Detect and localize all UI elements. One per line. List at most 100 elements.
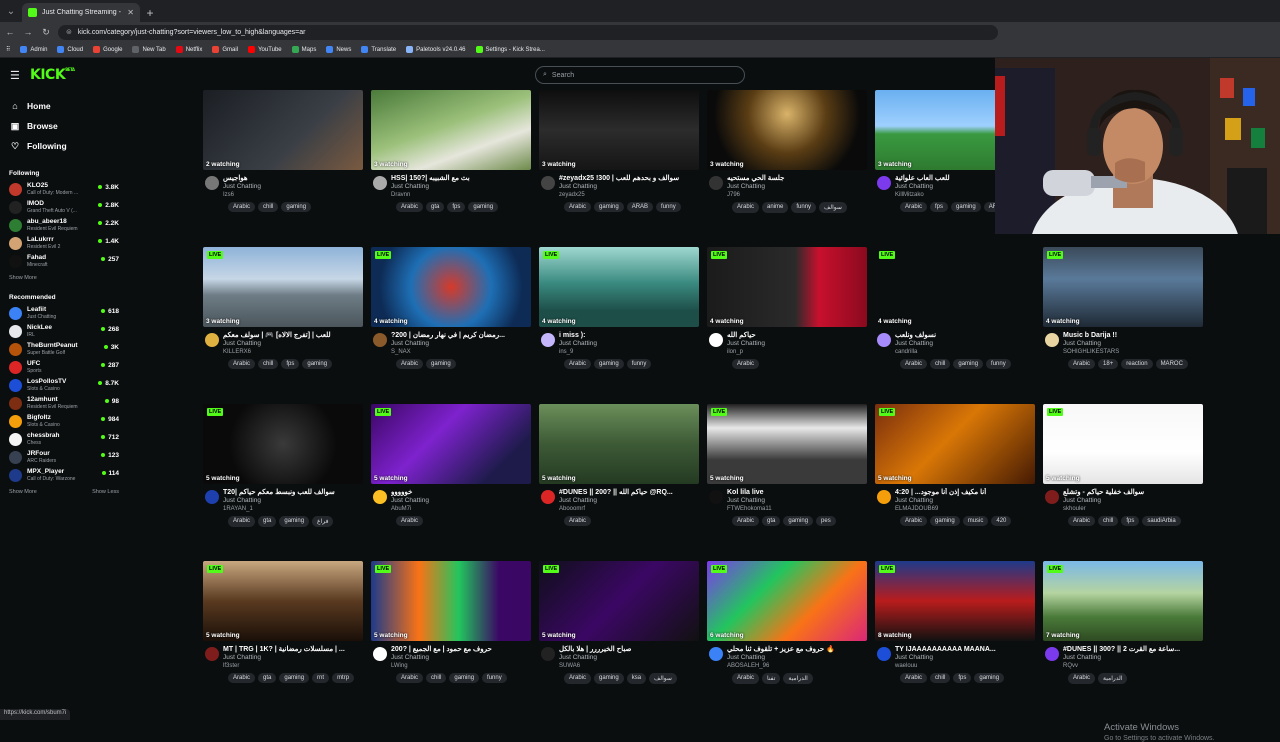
stream-thumbnail[interactable]: LIVE 5 watching bbox=[707, 404, 867, 484]
stream-thumbnail[interactable]: 3 watching bbox=[539, 90, 699, 170]
stream-card[interactable]: LIVE 5 watching 4:20 | ...أنا مكيف إذن أنا… bbox=[875, 404, 1035, 526]
avatar[interactable] bbox=[709, 490, 723, 504]
bookmark-item[interactable]: Maps bbox=[291, 46, 316, 53]
recommended-channel[interactable]: MPX_Player Call of Duty: Warzone 114 bbox=[0, 466, 125, 484]
forward-arrow-icon[interactable]: → bbox=[22, 27, 34, 37]
bookmark-item[interactable]: News bbox=[326, 46, 351, 53]
streamer-name[interactable]: 1RAYAN_1 bbox=[223, 505, 363, 513]
stream-thumbnail[interactable]: LIVE 4 watching bbox=[539, 247, 699, 327]
stream-thumbnail[interactable]: LIVE 4 watching bbox=[1043, 247, 1203, 327]
avatar[interactable] bbox=[877, 490, 891, 504]
streamer-name[interactable]: ELMAJDOUB69 bbox=[895, 505, 1035, 513]
stream-card[interactable]: 3 watching جلسة الحي مستحيه Just Chatting J… bbox=[707, 90, 867, 213]
recommended-show-less-button[interactable]: Show Less bbox=[92, 489, 119, 499]
following-show-more-button[interactable]: Show More bbox=[9, 275, 37, 285]
nav-home[interactable]: ⌂ Home bbox=[0, 96, 125, 116]
streamer-name[interactable]: waelouu bbox=[895, 662, 1035, 670]
stream-title[interactable]: T20| سوالف للعب ونبسط معكم حياكم bbox=[223, 488, 363, 497]
stream-category[interactable]: Just Chatting bbox=[727, 183, 867, 191]
stream-card[interactable]: LIVE 4 watching نسولف ونلعب Just Chatting ca… bbox=[875, 247, 1035, 369]
avatar[interactable] bbox=[1045, 333, 1059, 347]
stream-thumbnail[interactable]: LIVE 4 watching bbox=[707, 247, 867, 327]
stream-category[interactable]: Just Chatting bbox=[391, 654, 531, 662]
stream-category[interactable]: Just Chatting bbox=[223, 340, 363, 348]
stream-thumbnail[interactable]: LIVE 7 watching bbox=[1043, 561, 1203, 641]
stream-category[interactable]: Just Chatting bbox=[559, 497, 699, 505]
stream-title[interactable]: حروف مع حمود | مع الجميع | ?200 bbox=[391, 645, 531, 654]
following-channel[interactable]: abu_abeer18 Resident Evil Requiem 2.2K bbox=[0, 216, 125, 234]
stream-card[interactable]: LIVE 5 watching MT | TRG | 1K? | مسلسلات ر… bbox=[203, 561, 363, 683]
stream-thumbnail[interactable]: 3 watching bbox=[707, 90, 867, 170]
stream-category[interactable]: Just Chatting bbox=[895, 497, 1035, 505]
url-input[interactable]: ⊜ kick.com/category/just-chatting?sort=v… bbox=[58, 24, 998, 40]
stream-title[interactable]: #DUNES || 300? || ساعة مع القرت 2... bbox=[1063, 645, 1203, 654]
bookmark-item[interactable]: Admin bbox=[20, 46, 47, 53]
avatar[interactable] bbox=[709, 333, 723, 347]
bookmark-item[interactable]: Translate bbox=[361, 46, 396, 53]
stream-thumbnail[interactable]: LIVE 5 watching bbox=[371, 404, 531, 484]
avatar[interactable] bbox=[373, 490, 387, 504]
hamburger-menu-icon[interactable]: ☰ bbox=[10, 69, 20, 82]
stream-card[interactable]: 3 watching #zeyadx25 !300 | سوالف و بحدهم… bbox=[539, 90, 699, 212]
recommended-channel[interactable]: JRFour ARC Raiders 123 bbox=[0, 448, 125, 466]
streamer-name[interactable]: FTWEhokoma11 bbox=[727, 505, 867, 513]
streamer-name[interactable]: S_NAX bbox=[391, 348, 531, 356]
avatar[interactable] bbox=[205, 490, 219, 504]
stream-card[interactable]: 3 watching HSS| 150?| بث مع الشبيبه Just C… bbox=[371, 90, 531, 212]
stream-thumbnail[interactable]: LIVE 5 watching bbox=[203, 561, 363, 641]
stream-category[interactable]: Just Chatting bbox=[391, 340, 531, 348]
stream-title[interactable]: #DUNES || 200? || حياكم الله @RQ... bbox=[559, 488, 699, 497]
stream-category[interactable]: Just Chatting bbox=[895, 340, 1035, 348]
stream-category[interactable]: Just Chatting bbox=[223, 654, 363, 662]
stream-title[interactable]: HSS| 150?| بث مع الشبيبه bbox=[391, 174, 531, 183]
search-input[interactable]: ⌕ Search bbox=[535, 66, 745, 84]
avatar[interactable] bbox=[205, 176, 219, 190]
stream-category[interactable]: Just Chatting bbox=[727, 654, 867, 662]
streamer-name[interactable]: AbuM7i bbox=[391, 505, 531, 513]
stream-title[interactable]: خووووو bbox=[391, 488, 531, 497]
stream-card[interactable]: LIVE 5 watching سوالف خفلية حياكم - وتشلع J… bbox=[1043, 404, 1203, 526]
nav-following[interactable]: ♡ Following bbox=[0, 136, 125, 156]
recommended-show-more-button[interactable]: Show More bbox=[9, 489, 37, 499]
stream-category[interactable]: Just Chatting bbox=[559, 183, 699, 191]
stream-title[interactable]: حروف مع عزيز + تلقوف ثنا محلي 🔥 bbox=[727, 645, 867, 654]
stream-title[interactable]: حياكم الله bbox=[727, 331, 867, 340]
stream-thumbnail[interactable]: LIVE 6 watching bbox=[707, 561, 867, 641]
streamer-name[interactable]: zeyadx25 bbox=[559, 191, 699, 199]
avatar[interactable] bbox=[877, 176, 891, 190]
stream-card[interactable]: LIVE 4 watching i miss ): Just Chatting ins_… bbox=[539, 247, 699, 369]
stream-thumbnail[interactable]: 2 watching bbox=[203, 90, 363, 170]
stream-card[interactable]: 2 watching هواجيس Just Chatting Izs6 Arabic c… bbox=[203, 90, 363, 212]
stream-category[interactable]: Just Chatting bbox=[223, 497, 363, 505]
following-channel[interactable]: IMOD Grand Theft Auto V (... 2.8K bbox=[0, 198, 125, 216]
recommended-channel[interactable]: 12amhunt Resident Evil Requiem 98 bbox=[0, 394, 125, 412]
stream-category[interactable]: Just Chatting bbox=[727, 497, 867, 505]
nav-browse[interactable]: ▣ Browse bbox=[0, 116, 125, 136]
apps-grid-icon[interactable]: ⠿ bbox=[6, 46, 10, 53]
streamer-name[interactable]: ilon_p bbox=[727, 348, 867, 356]
stream-thumbnail[interactable]: LIVE 5 watching bbox=[875, 404, 1035, 484]
recommended-channel[interactable]: chessbrah Chess 712 bbox=[0, 430, 125, 448]
streamer-name[interactable]: ins_9 bbox=[559, 348, 699, 356]
streamer-name[interactable]: Dravnn bbox=[391, 191, 531, 199]
bookmark-item[interactable]: Paletools v24.0.46 bbox=[406, 46, 466, 53]
streamer-name[interactable]: SOHIGHLIKESTARS bbox=[1063, 348, 1203, 356]
avatar[interactable] bbox=[205, 647, 219, 661]
avatar[interactable] bbox=[1045, 490, 1059, 504]
stream-category[interactable]: Just Chatting bbox=[1063, 654, 1203, 662]
avatar[interactable] bbox=[877, 333, 891, 347]
bookmark-item[interactable]: New Tab bbox=[132, 46, 166, 53]
stream-card[interactable]: LIVE 6 watching حروف مع عزيز + تلقوف ثنا م… bbox=[707, 561, 867, 684]
following-channel[interactable]: Fahad Minecraft 257 bbox=[0, 252, 125, 270]
new-tab-icon[interactable]: + bbox=[140, 3, 160, 22]
stream-thumbnail[interactable]: LIVE 5 watching bbox=[371, 561, 531, 641]
streamer-name[interactable]: candrilla bbox=[895, 348, 1035, 356]
back-arrow-icon[interactable]: ← bbox=[4, 27, 16, 37]
avatar[interactable] bbox=[205, 333, 219, 347]
stream-title[interactable]: MT | TRG | 1K? | مسلسلات رمضانية | ... bbox=[223, 645, 363, 654]
stream-card[interactable]: LIVE 8 watching TY IJAAAAAAAAAA MAANA... Ju… bbox=[875, 561, 1035, 683]
browser-tab-active[interactable]: Just Chatting Streaming - Live ✕ bbox=[22, 3, 140, 22]
stream-card[interactable]: LIVE 5 watching T20| سوالف للعب ونبسط معكم… bbox=[203, 404, 363, 527]
stream-title[interactable]: #zeyadx25 !300 | سوالف و بحدهم للعب bbox=[559, 174, 699, 183]
stream-category[interactable]: Just Chatting bbox=[223, 183, 363, 191]
